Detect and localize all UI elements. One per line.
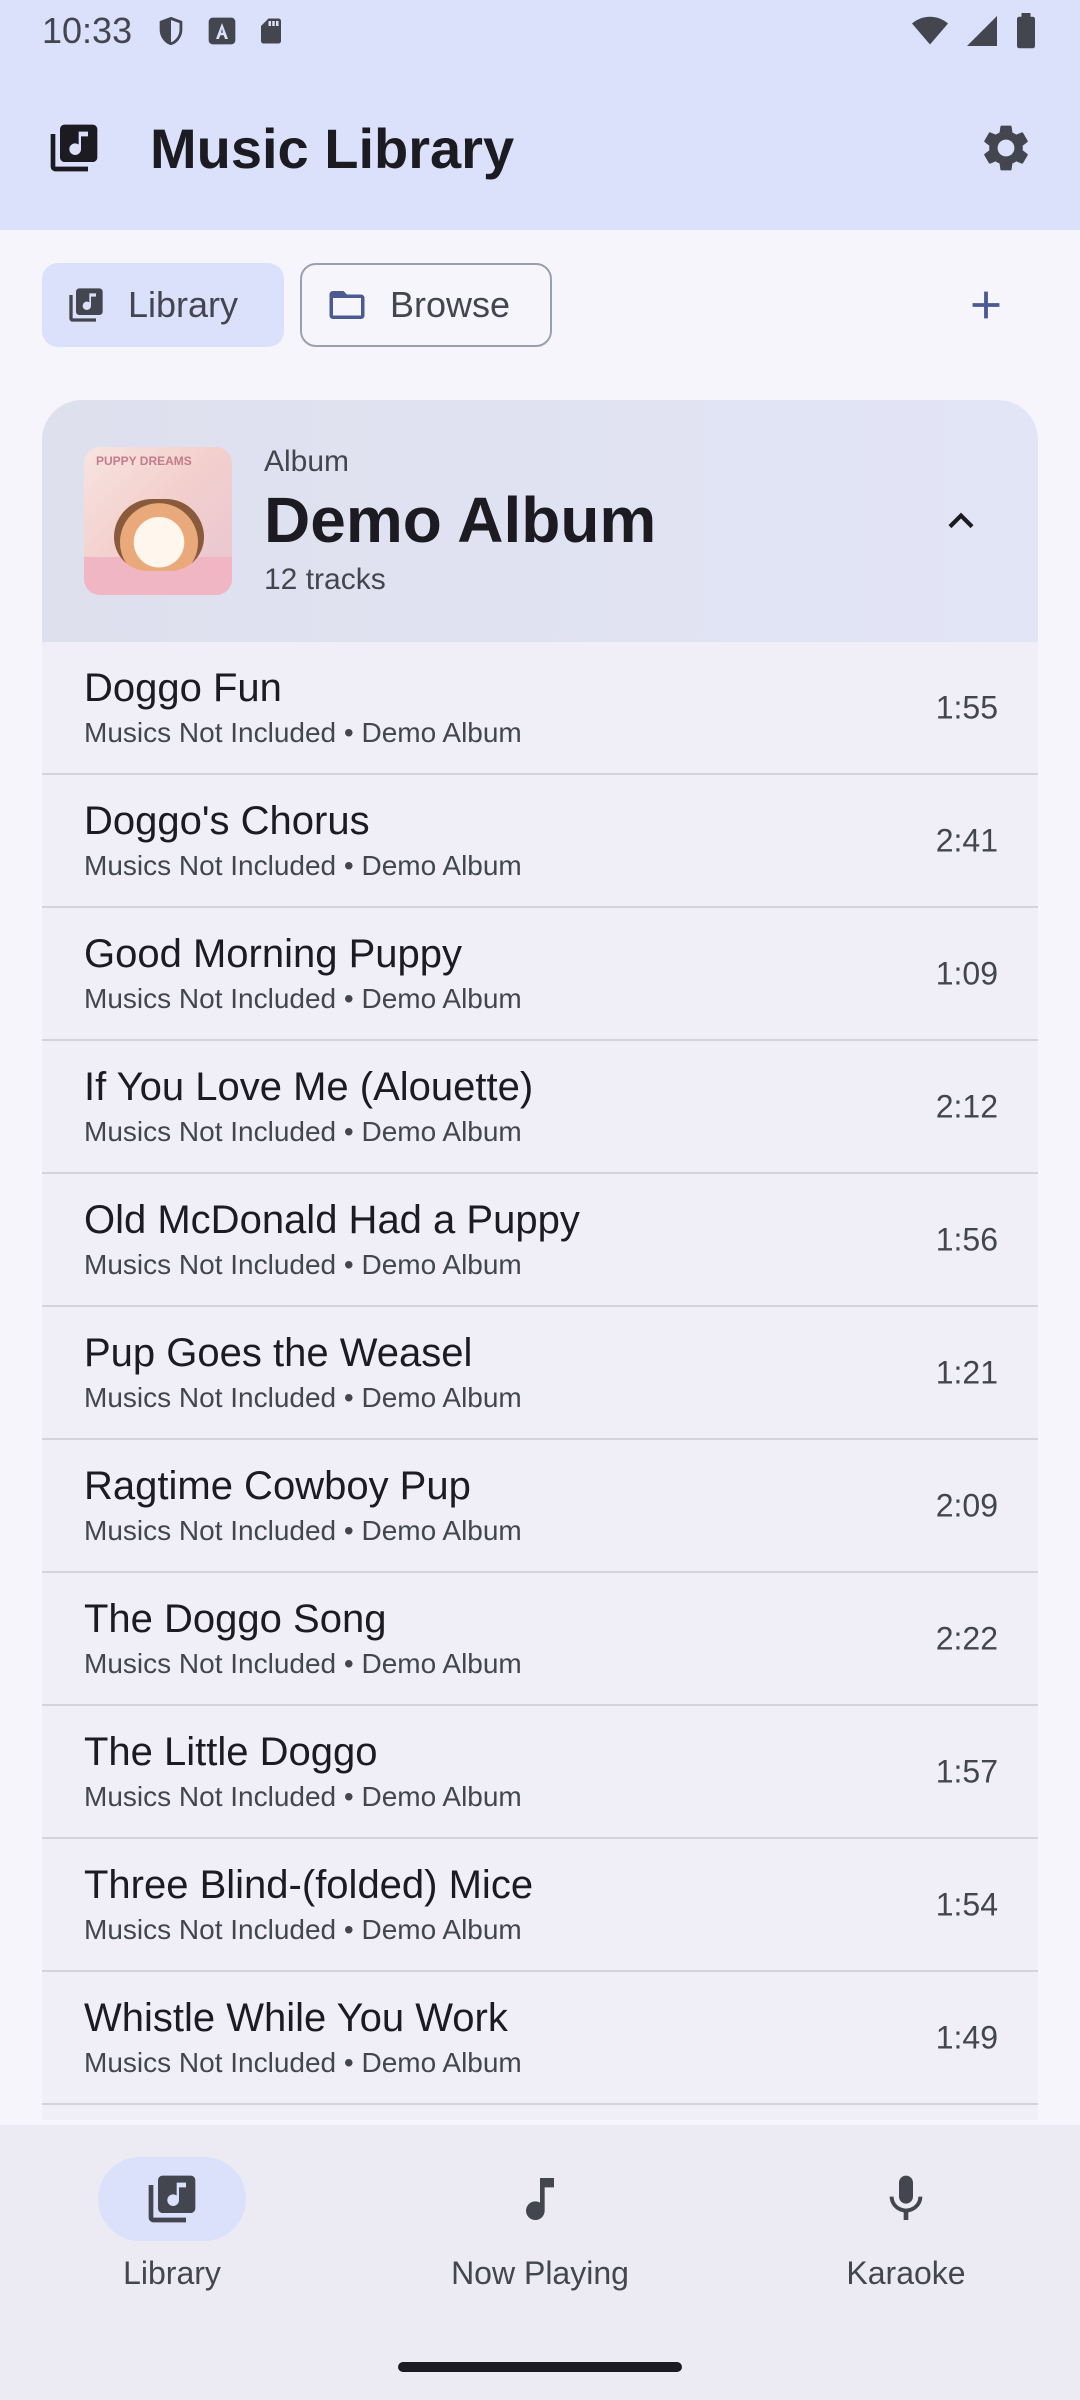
album-kind: Album [264,445,350,478]
track-duration: 2:09 [935,1487,998,1523]
library-music-icon [69,288,103,322]
track-row[interactable]: The Doggo Song Musics Not Included • Dem… [42,1573,1038,1706]
track-subtitle: Musics Not Included • Demo Album [84,1249,522,1280]
bottom-navigation: Library Now Playing Karaoke [0,2125,1080,2400]
track-duration: 1:57 [935,1753,998,1789]
nav-icon-wrap [832,2157,980,2241]
track-duration: 1:49 [935,2019,998,2055]
track-subtitle: Musics Not Included • Demo Album [84,1515,522,1546]
track-title: Doggo's Chorus [84,799,370,843]
track-duration: 1:56 [935,1221,998,1257]
app-bar: Music Library [0,100,1080,196]
track-row[interactable]: Doggo Fun Musics Not Included • Demo Alb… [42,642,1038,775]
album-cover: PUPPY DREAMS [84,447,232,595]
track-row[interactable]: Pup Goes the Weasel Musics Not Included … [42,1307,1038,1440]
track-duration: 2:22 [935,1620,998,1656]
album-meta: Album Demo Album 12 tracks [264,445,656,597]
nav-item-now-playing[interactable]: Now Playing [390,2157,690,2292]
track-title: Pup Goes the Weasel [84,1331,473,1375]
track-title: If You Love Me (Alouette) [84,1065,534,1109]
battery-icon [1017,13,1035,49]
browse-chip-label: Browse [390,284,511,325]
nav-active-indicator [98,2157,246,2241]
nav-label-karaoke: Karaoke [846,2255,966,2291]
gear-icon[interactable] [978,120,1034,176]
track-subtitle: Musics Not Included • Demo Album [84,1914,522,1945]
nav-item-karaoke[interactable]: Karaoke [756,2157,1056,2292]
track-duration: 1:55 [935,689,998,725]
track-row[interactable]: The Little Doggo Musics Not Included • D… [42,1706,1038,1839]
music-note-icon [526,2178,554,2221]
track-subtitle: Musics Not Included • Demo Album [84,1648,522,1679]
cover-art-puppy [114,499,204,571]
track-row[interactable]: Whistle While You Work Musics Not Includ… [42,1972,1038,2105]
track-row[interactable]: Old McDonald Had a Puppy Musics Not Incl… [42,1174,1038,1307]
track-title: Ragtime Cowboy Pup [84,1464,471,1508]
track-duration: 2:12 [935,1088,998,1124]
track-duration: 1:21 [935,1354,998,1390]
album-card: PUPPY DREAMS Album Demo Album 12 tracks … [42,400,1038,2120]
browse-chip[interactable]: Browse [300,263,552,347]
track-subtitle: Musics Not Included • Demo Album [84,717,522,748]
track-row[interactable]: Good Morning Puppy Musics Not Included •… [42,908,1038,1041]
library-music-icon [148,2175,196,2223]
track-subtitle: Musics Not Included • Demo Album [84,1781,522,1812]
track-duration: 1:09 [935,955,998,991]
filter-chips: Library Browse [42,262,1038,348]
gesture-home-bar[interactable] [398,2362,682,2372]
top-app-bar: 10:33 Music Library [0,0,1080,230]
track-subtitle: Musics Not Included • Demo Album [84,983,522,1014]
nav-label-library: Library [123,2255,221,2291]
track-subtitle: Musics Not Included • Demo Album [84,850,522,881]
sd-card-icon [261,18,282,44]
shield-icon [159,16,183,46]
nav-icon-wrap [466,2157,614,2241]
track-title: Three Blind-(folded) Mice [84,1863,534,1907]
cover-title: PUPPY DREAMS [96,454,192,468]
library-chip[interactable]: Library [42,263,284,347]
wifi-icon [912,16,948,45]
folder-icon [329,291,365,319]
track-row[interactable]: Three Blind-(folded) Mice Musics Not Inc… [42,1839,1038,1972]
library-music-icon [50,124,98,172]
status-bar: 10:33 [0,0,1080,62]
album-name: Demo Album [264,484,657,556]
nav-item-library[interactable]: Library [22,2157,322,2292]
track-title: Old McDonald Had a Puppy [84,1198,580,1242]
plus-icon [972,291,1000,319]
track-title: Doggo Fun [84,666,282,710]
track-title: The Little Doggo [84,1730,378,1774]
nav-label-now-playing: Now Playing [451,2255,629,2291]
add-button[interactable] [956,275,1016,335]
track-duration: 2:41 [935,822,998,858]
track-row[interactable]: Doggo's Chorus Musics Not Included • Dem… [42,775,1038,908]
accessibility-a-icon [208,17,236,45]
track-subtitle: Musics Not Included • Demo Album [84,2047,522,2078]
library-chip-label: Library [128,284,239,325]
status-time: 10:33 [42,10,133,51]
track-row-partial[interactable] [42,2105,1038,2120]
album-track-count: 12 tracks [264,563,386,596]
track-title: The Doggo Song [84,1597,387,1641]
track-duration: 1:54 [935,1886,998,1922]
chevron-up-icon[interactable] [936,496,986,546]
track-row[interactable]: If You Love Me (Alouette) Musics Not Inc… [42,1041,1038,1174]
track-title: Whistle While You Work [84,1996,508,2040]
page-title: Music Library [150,116,515,180]
track-row[interactable]: Ragtime Cowboy Pup Musics Not Included •… [42,1440,1038,1573]
track-title: Good Morning Puppy [84,932,463,976]
signal-icon [967,16,997,46]
album-header[interactable]: PUPPY DREAMS Album Demo Album 12 tracks [42,400,1038,642]
microphone-icon [889,2175,923,2220]
track-subtitle: Musics Not Included • Demo Album [84,1382,522,1413]
track-subtitle: Musics Not Included • Demo Album [84,1116,522,1147]
